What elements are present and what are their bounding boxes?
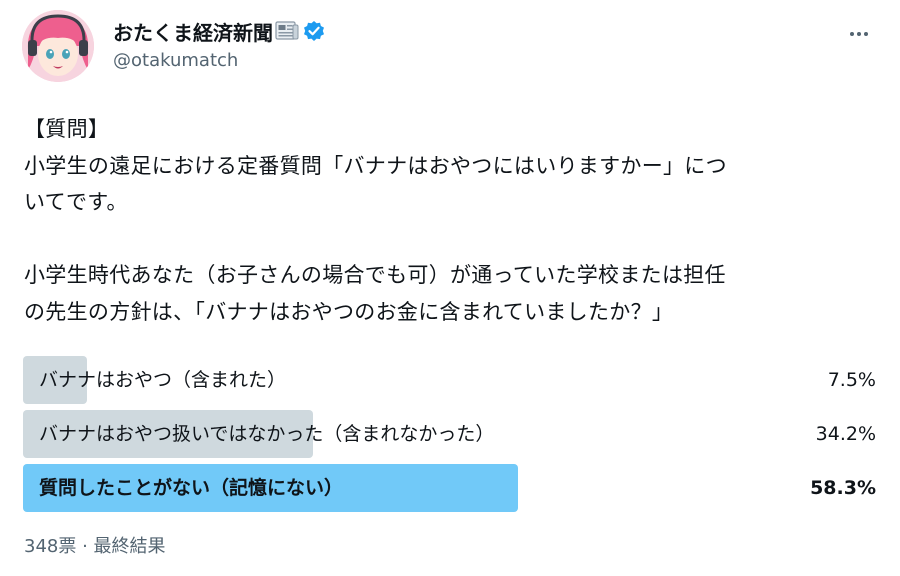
tweet-text: 【質問】 小学生の遠足における定番質問「バナナはおやつにはいりますかー」につ い… <box>24 117 727 324</box>
author-name-row[interactable]: おたくま経済新聞 <box>113 16 325 46</box>
newspaper-icon <box>275 20 299 42</box>
avatar[interactable] <box>22 10 94 82</box>
poll-option-percent: 58.3% <box>810 477 876 499</box>
poll-option-percent: 34.2% <box>815 423 876 445</box>
poll-option: バナナはおやつ（含まれた） 7.5% <box>23 356 878 404</box>
poll-footer: 348票 · 最終結果 <box>24 536 166 557</box>
more-options-button[interactable] <box>842 18 876 44</box>
display-name[interactable]: おたくま経済新聞 <box>113 17 273 46</box>
poll: バナナはおやつ（含まれた） 7.5% バナナはおやつ扱いではなかった（含まれなか… <box>23 356 878 518</box>
poll-option-label: バナナはおやつ（含まれた） <box>39 369 287 391</box>
poll-option-label: 質問したことがない（記憶にない） <box>39 477 344 499</box>
more-options-icon <box>849 22 869 41</box>
poll-option: バナナはおやつ扱いではなかった（含まれなかった） 34.2% <box>23 410 878 458</box>
poll-option-percent: 7.5% <box>827 369 876 391</box>
poll-option-label: バナナはおやつ扱いではなかった（含まれなかった） <box>39 423 495 445</box>
tweet: おたくま経済新聞 @otakumatch 【質問】 小学生の遠足における定番質問… <box>0 0 900 576</box>
poll-option-winner: 質問したことがない（記憶にない） 58.3% <box>23 464 878 512</box>
author-handle[interactable]: @otakumatch <box>113 50 238 71</box>
verified-badge-icon <box>303 20 325 42</box>
